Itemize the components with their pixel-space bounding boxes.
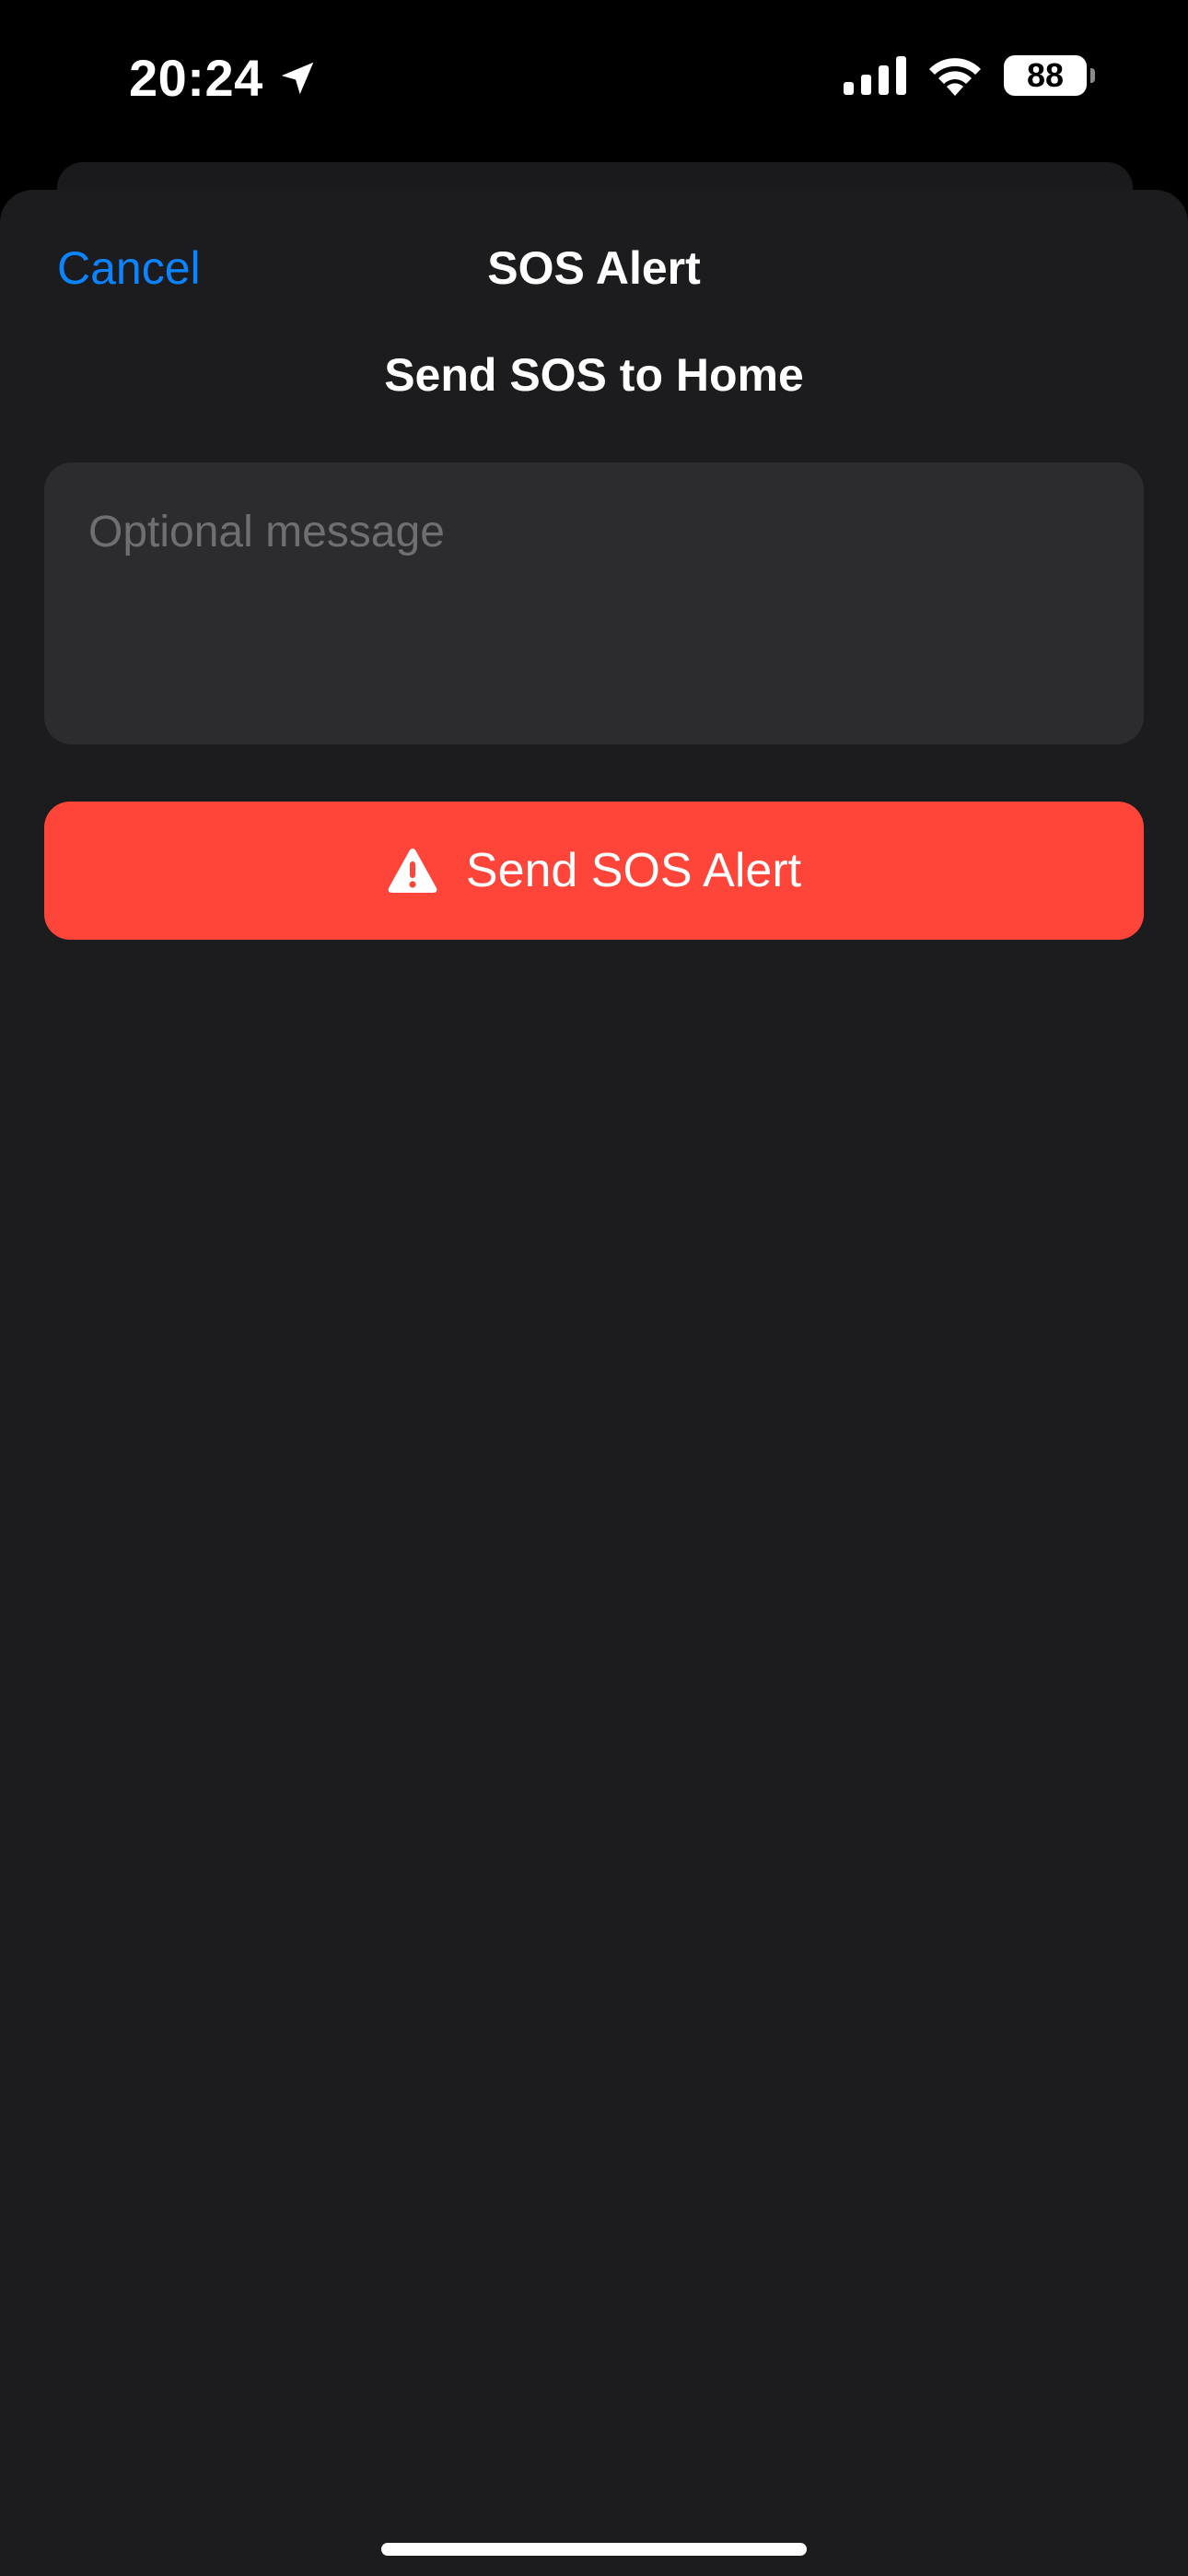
sheet-title: SOS Alert	[487, 242, 701, 294]
send-sos-alert-label: Send SOS Alert	[465, 844, 802, 897]
cellular-signal-icon	[844, 56, 906, 95]
send-sos-alert-button[interactable]: Send SOS Alert	[44, 802, 1144, 940]
battery-icon: 88	[1004, 55, 1095, 96]
warning-triangle-icon	[388, 849, 437, 893]
sheet-nav-bar: Cancel SOS Alert	[0, 190, 1188, 346]
status-time: 20:24	[129, 48, 319, 108]
battery-level: 88	[1026, 56, 1065, 94]
home-indicator[interactable]	[381, 2543, 807, 2556]
optional-message-field[interactable]	[44, 463, 1144, 744]
sheet-subtitle: Send SOS to Home	[384, 349, 804, 401]
wifi-icon	[929, 58, 981, 96]
status-icons: 88	[844, 55, 1095, 96]
status-time-label: 20:24	[129, 49, 263, 107]
location-arrow-icon	[281, 62, 313, 94]
status-bar: 20:24 88	[0, 0, 1188, 157]
sos-alert-sheet: Cancel SOS Alert Send SOS to Home Send S…	[0, 190, 1188, 2576]
